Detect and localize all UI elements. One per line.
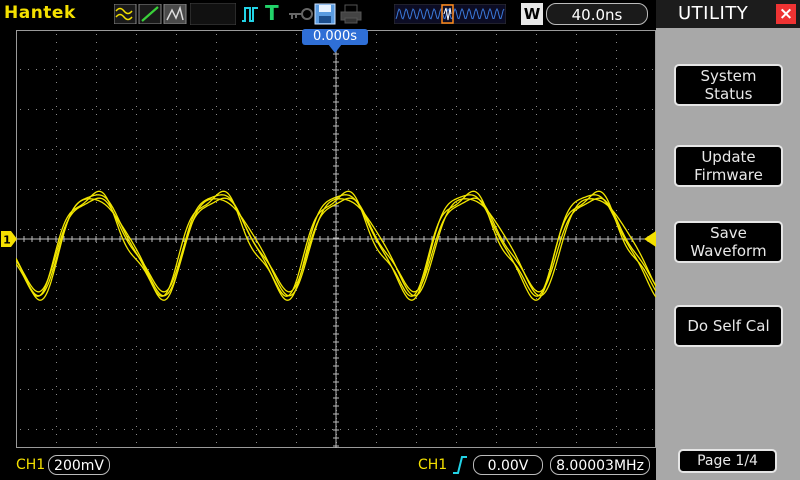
button-label: Waveform xyxy=(690,242,767,260)
waveform-display-icon[interactable] xyxy=(114,4,137,24)
close-icon[interactable]: × xyxy=(776,4,796,24)
save-disk-icon[interactable] xyxy=(314,3,336,25)
system-status-button[interactable]: System Status xyxy=(674,64,783,106)
persistence-icon[interactable] xyxy=(163,4,187,24)
ch1-label: CH1 xyxy=(16,457,46,473)
menu-title: UTILITY xyxy=(678,3,749,24)
acquire-indicator-box xyxy=(190,3,236,25)
button-label: Firmware xyxy=(694,166,763,184)
button-label: Save xyxy=(710,224,747,242)
page-button[interactable]: Page 1/4 xyxy=(678,449,777,473)
rising-edge-icon xyxy=(453,456,467,474)
print-icon[interactable] xyxy=(340,4,362,24)
trigger-level-readout[interactable]: 0.00V xyxy=(473,455,543,475)
display-mode-icons xyxy=(114,4,187,24)
button-label: Status xyxy=(704,85,753,103)
timebase-readout[interactable]: 40.0ns xyxy=(546,3,648,25)
line-icon[interactable] xyxy=(138,4,162,24)
pulse-trigger-icon xyxy=(242,7,258,22)
frequency-readout: 8.00003MHz xyxy=(550,455,650,475)
button-label: System xyxy=(700,67,757,85)
trigger-position-readout: 0.000s xyxy=(302,29,368,45)
trigger-level-marker[interactable] xyxy=(642,230,656,248)
button-label: Do Self Cal xyxy=(687,317,770,335)
window-mode-icon[interactable]: W xyxy=(521,3,543,25)
button-label: Update xyxy=(701,148,756,166)
trigger-position-arrow xyxy=(328,44,342,53)
memory-position-icon xyxy=(394,4,506,24)
update-firmware-button[interactable]: Update Firmware xyxy=(674,145,783,187)
ch1-ground-marker[interactable]: 1 xyxy=(0,230,18,248)
trigger-T-icon: T xyxy=(265,1,279,25)
ch1-scale-readout[interactable]: 200mV xyxy=(48,455,110,475)
trigger-source-label: CH1 xyxy=(418,457,448,473)
brand-logo: Hantek xyxy=(4,3,76,23)
waveform-screen[interactable] xyxy=(16,30,656,448)
key-icon xyxy=(289,8,313,20)
svg-text:1: 1 xyxy=(3,234,11,247)
save-waveform-button[interactable]: Save Waveform xyxy=(674,221,783,263)
self-calibration-button[interactable]: Do Self Cal xyxy=(674,305,783,347)
